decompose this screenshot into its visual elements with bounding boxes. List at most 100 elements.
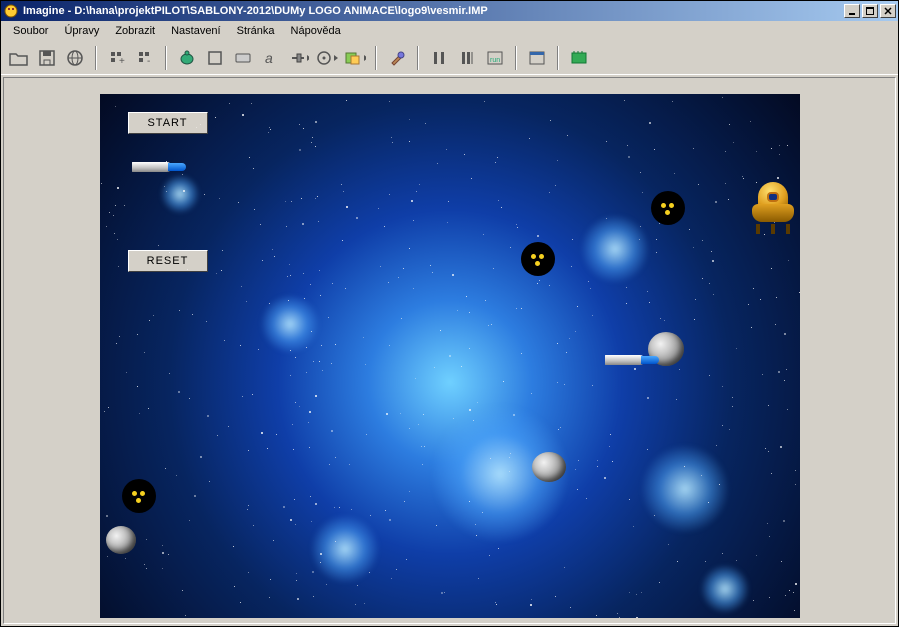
star <box>216 273 217 274</box>
web-icon[interactable] <box>63 46 87 70</box>
star <box>440 330 441 331</box>
star <box>162 545 163 546</box>
star <box>597 466 598 467</box>
canvas[interactable]: START RESET <box>100 94 800 618</box>
star <box>153 315 154 316</box>
star <box>729 429 730 430</box>
star <box>609 446 610 447</box>
star <box>355 604 356 605</box>
star <box>363 337 364 338</box>
star <box>453 418 454 419</box>
star <box>409 119 410 120</box>
star <box>242 114 244 116</box>
star <box>398 277 399 278</box>
media-icon[interactable] <box>315 46 339 70</box>
minimize-button[interactable] <box>844 4 860 18</box>
star <box>228 426 229 427</box>
star <box>113 215 114 216</box>
star <box>146 568 147 569</box>
star <box>419 184 420 185</box>
star <box>619 617 620 618</box>
memory-icon[interactable] <box>567 46 591 70</box>
star <box>728 199 729 200</box>
star <box>234 586 235 587</box>
star <box>557 382 558 383</box>
menu-upravy[interactable]: Úpravy <box>56 23 107 39</box>
star <box>510 247 511 248</box>
grid-remove-icon[interactable]: - <box>133 46 157 70</box>
menu-zobrazit[interactable]: Zobrazit <box>107 23 163 39</box>
reset-button[interactable]: RESET <box>128 250 208 272</box>
star <box>787 145 788 146</box>
run-icon[interactable]: run <box>483 46 507 70</box>
step-icon[interactable] <box>455 46 479 70</box>
star <box>409 141 410 142</box>
star <box>270 129 271 130</box>
lander[interactable] <box>750 182 796 230</box>
asteroid[interactable] <box>106 526 136 554</box>
star <box>736 560 737 561</box>
star <box>274 256 275 257</box>
star <box>302 223 304 225</box>
menu-nastaveni[interactable]: Nastavení <box>163 23 229 39</box>
enemy-blob[interactable] <box>521 242 555 276</box>
star <box>308 422 309 423</box>
star <box>769 597 770 598</box>
star <box>606 141 607 142</box>
star <box>753 600 754 601</box>
star <box>448 201 449 202</box>
maximize-button[interactable] <box>862 4 878 18</box>
star <box>273 540 274 541</box>
star <box>261 432 263 434</box>
window-icon[interactable] <box>525 46 549 70</box>
star <box>672 101 673 102</box>
shuttle[interactable] <box>605 353 659 367</box>
turtle-icon[interactable] <box>175 46 199 70</box>
star <box>564 567 565 568</box>
shuttle[interactable] <box>132 160 186 174</box>
star <box>732 406 733 407</box>
star <box>575 469 576 470</box>
star <box>444 592 445 593</box>
star <box>771 148 772 149</box>
star <box>564 384 565 385</box>
close-button[interactable] <box>880 4 896 18</box>
star <box>297 598 299 600</box>
button-icon[interactable] <box>231 46 255 70</box>
star <box>269 127 270 128</box>
star <box>252 394 253 395</box>
star <box>320 295 321 296</box>
star <box>722 553 723 554</box>
asteroid[interactable] <box>532 452 566 482</box>
star <box>469 312 470 313</box>
paint-icon[interactable] <box>385 46 409 70</box>
objects-icon[interactable] <box>343 46 367 70</box>
star <box>206 321 207 322</box>
pause-icon[interactable] <box>427 46 451 70</box>
slider-icon[interactable] <box>287 46 311 70</box>
titlebar[interactable]: Imagine - D:\hana\projektPILOT\SABLONY-2… <box>1 1 898 21</box>
star <box>341 184 342 185</box>
menu-napoveda[interactable]: Nápověda <box>283 23 349 39</box>
enemy-blob[interactable] <box>122 479 156 513</box>
star <box>242 396 243 397</box>
menu-stranka[interactable]: Stránka <box>229 23 283 39</box>
new-page-icon[interactable] <box>203 46 227 70</box>
save-icon[interactable] <box>35 46 59 70</box>
start-button[interactable]: START <box>128 112 208 134</box>
menu-soubor[interactable]: Soubor <box>5 23 56 39</box>
open-icon[interactable] <box>7 46 31 70</box>
star <box>317 196 318 197</box>
star <box>310 496 311 497</box>
star <box>124 205 125 206</box>
star <box>262 260 263 261</box>
grid-add-icon[interactable]: + <box>105 46 129 70</box>
star <box>189 398 190 399</box>
star <box>432 272 433 273</box>
star <box>296 580 297 581</box>
star <box>217 435 218 436</box>
star <box>768 451 769 452</box>
text-icon[interactable]: a <box>259 46 283 70</box>
star <box>762 374 763 375</box>
enemy-blob[interactable] <box>651 191 685 225</box>
